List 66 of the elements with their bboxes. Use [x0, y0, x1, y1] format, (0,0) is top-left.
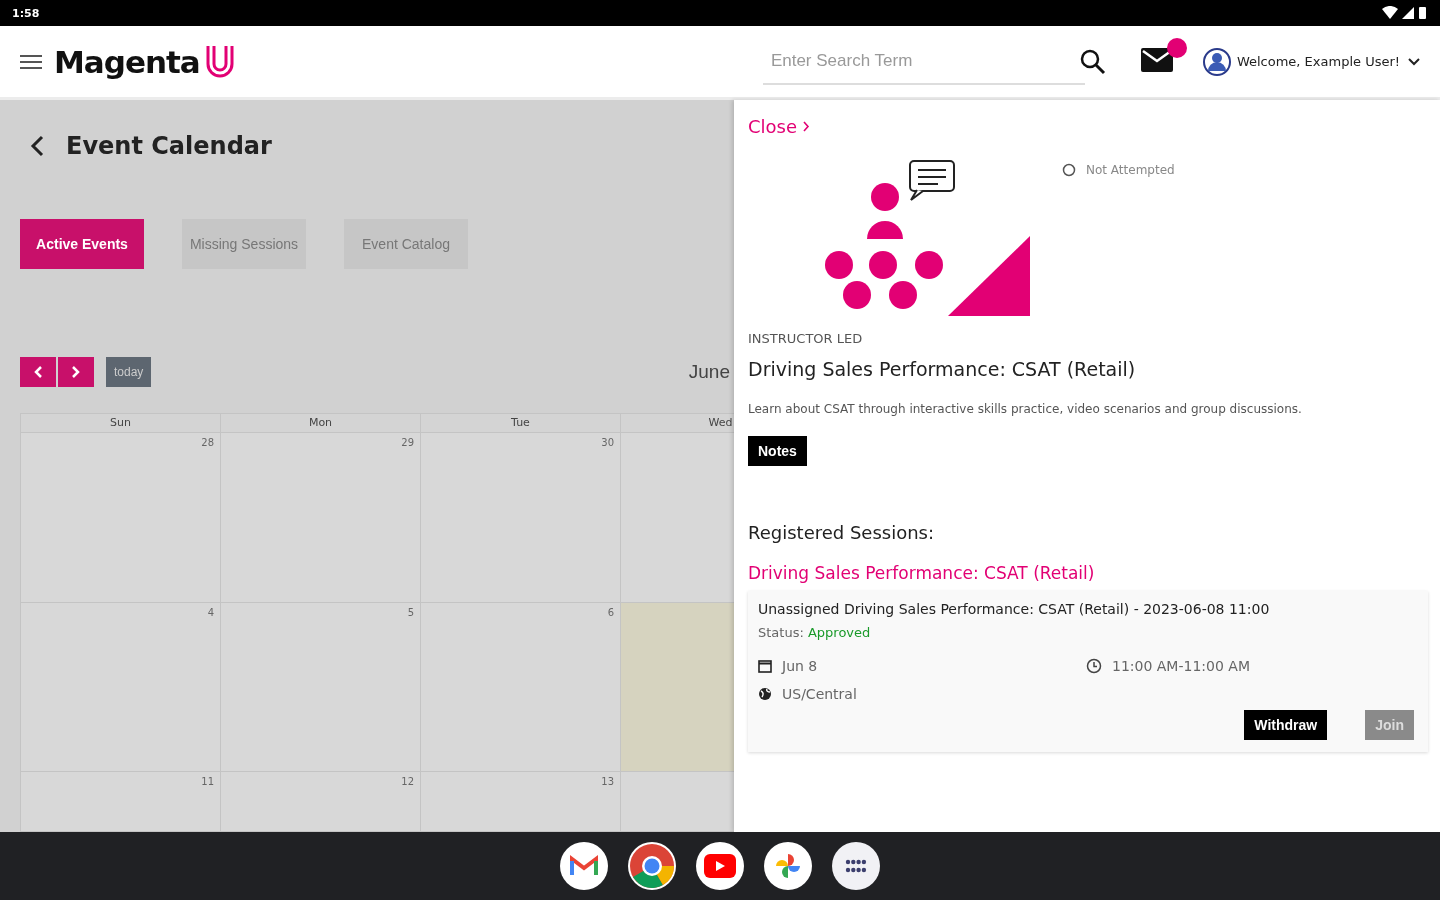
- day-number: 11: [201, 776, 214, 788]
- calendar-day-cell[interactable]: 4: [21, 603, 221, 772]
- notification-dot-icon: [1166, 37, 1187, 58]
- globe-icon: [758, 687, 772, 701]
- weekday-header: Tue: [421, 413, 621, 433]
- mail-app-icon[interactable]: [560, 842, 608, 890]
- calendar-icon: [758, 659, 772, 673]
- session-link[interactable]: Driving Sales Performance: CSAT (Retail): [748, 563, 1095, 583]
- weekday-header: Wed: [621, 413, 734, 433]
- day-number: 5: [407, 607, 414, 619]
- session-date: Jun 8: [782, 658, 818, 674]
- category-label: INSTRUCTOR LED: [748, 331, 864, 346]
- day-number: 12: [401, 776, 414, 788]
- session-button[interactable]: Withdraw: [1244, 710, 1328, 740]
- calendar-day-cell[interactable]: 6: [421, 603, 621, 772]
- mail-icon[interactable]: [1140, 47, 1173, 72]
- next-button[interactable]: [58, 357, 94, 387]
- day-number: 13: [601, 776, 614, 788]
- session-status: Status: Approved: [758, 625, 872, 640]
- course-description: Learn about CSAT through interactive skills practice, video scenarios and group discussions.: [748, 402, 1303, 416]
- clock-icon: [1086, 658, 1102, 674]
- calendar-day-cell[interactable]: 29: [221, 433, 421, 603]
- month-label: June: [688, 361, 730, 383]
- status-time: 1:58: [12, 6, 40, 20]
- chevron-right-icon: [72, 366, 80, 378]
- close-link[interactable]: Close: [748, 116, 811, 137]
- status-label: Not Attempted: [1086, 163, 1175, 177]
- weekday-header: Mon: [221, 413, 421, 433]
- day-number: 28: [201, 437, 214, 449]
- calendar-day-cell[interactable]: 28: [21, 433, 221, 603]
- calendar-day-cell[interactable]: 5: [221, 603, 421, 772]
- notes-button[interactable]: Notes: [748, 436, 807, 466]
- pinwheel-app-icon[interactable]: [764, 842, 812, 890]
- day-number: 4: [207, 607, 214, 619]
- previous-button[interactable]: [20, 357, 56, 387]
- session-timezone: US/Central: [782, 686, 857, 702]
- browser-app-icon[interactable]: [628, 842, 676, 890]
- chevron-right-icon: [803, 121, 811, 132]
- section-heading: Registered Sessions:: [748, 522, 936, 543]
- calendar-day-cell[interactable]: 30: [421, 433, 621, 603]
- chevron-down-icon[interactable]: [1408, 57, 1420, 66]
- day-number: 30: [601, 437, 614, 449]
- today-button[interactable]: today: [106, 357, 152, 387]
- status-icons: [1382, 6, 1428, 20]
- app-grid-icon[interactable]: [832, 842, 880, 890]
- session-name: Unassigned Driving Sales Performance: CSAT (Retail) - 2023-06-08 11:00: [758, 601, 1271, 617]
- video-app-icon[interactable]: [696, 842, 744, 890]
- user-menu[interactable]: Welcome, Example User!: [1236, 54, 1400, 69]
- logo-text: Magenta: [54, 43, 200, 80]
- menu-icon[interactable]: [20, 53, 42, 70]
- calendar-day-cell[interactable]: 11: [21, 772, 221, 832]
- user-avatar-icon[interactable]: [1202, 47, 1231, 76]
- page-title: Event Calendar: [66, 131, 272, 160]
- day-number: 6: [607, 607, 614, 619]
- status-circle-icon: [1062, 163, 1076, 177]
- course-title: Driving Sales Performance: CSAT (Retail): [748, 358, 1137, 380]
- weekday-header: Sun: [21, 413, 221, 433]
- chevron-left-icon: [34, 366, 42, 378]
- day-number: 29: [401, 437, 414, 449]
- tab[interactable]: Active Events: [20, 219, 144, 269]
- tab[interactable]: Event Catalog: [344, 219, 468, 269]
- calendar-day-cell[interactable]: 13: [421, 772, 621, 832]
- session-time: 11:00 AM-11:00 AM: [1112, 658, 1250, 674]
- back-icon[interactable]: [30, 134, 44, 157]
- tab[interactable]: Missing Sessions: [182, 219, 306, 269]
- calendar-day-cell[interactable]: 12: [221, 772, 421, 832]
